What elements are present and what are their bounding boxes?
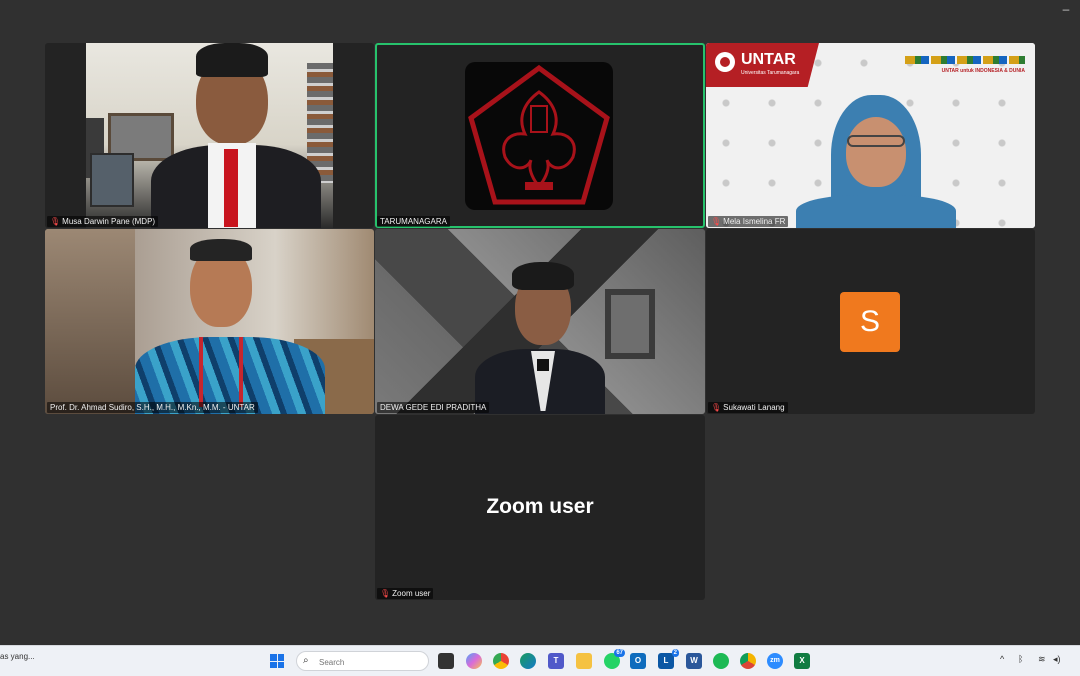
copilot-icon[interactable]	[466, 653, 482, 669]
video-frame	[86, 43, 333, 228]
untar-banner: UNTAR Universitas Tarumanagara	[706, 43, 819, 87]
mic-muted-icon: 🎙	[711, 403, 722, 412]
video-tile-musa[interactable]: 🎙 Musa Darwin Pane (MDP)	[45, 43, 374, 228]
weather-widget-text[interactable]: as yang...	[0, 652, 35, 661]
untar-tagline: UNTAR untuk INDONESIA & DUNIA	[941, 68, 1025, 74]
file-explorer-icon[interactable]	[576, 653, 592, 669]
lync-icon[interactable]: L 2	[658, 649, 679, 669]
teams-icon[interactable]: T	[548, 653, 564, 669]
notification-badge: 2	[671, 649, 679, 657]
participant-name-tag: 🎙 Mela Ismelina FR	[708, 216, 789, 227]
excel-icon[interactable]: X	[794, 653, 810, 669]
edge-icon[interactable]	[520, 653, 536, 669]
mic-muted-icon: 🎙	[380, 589, 391, 598]
search-icon: ⌕	[303, 655, 309, 666]
bluetooth-icon[interactable]: ᛒ	[1018, 654, 1023, 664]
zoom-icon[interactable]: zm	[767, 653, 783, 669]
participant-display-name: Zoom user	[486, 495, 594, 518]
untar-brand: UNTAR	[741, 51, 796, 68]
wifi-icon[interactable]: ≋	[1038, 654, 1046, 665]
avatar: S	[840, 292, 900, 352]
participant-video	[475, 259, 605, 414]
mic-muted-icon: 🎙	[711, 217, 722, 226]
task-view-icon[interactable]	[438, 653, 454, 669]
notification-badge: 67	[614, 649, 625, 657]
minimize-button[interactable]: –	[1060, 3, 1072, 15]
untar-subtitle: Universitas Tarumanagara	[741, 70, 800, 76]
participant-name-tag: 🎙 Musa Darwin Pane (MDP)	[47, 216, 159, 227]
video-tile-sukawati[interactable]: S 🎙 Sukawati Lanang	[706, 229, 1035, 414]
video-tile-zoom-user[interactable]: Zoom user 🎙 Zoom user	[375, 415, 705, 600]
spotify-icon[interactable]	[713, 653, 729, 669]
outlook-icon[interactable]: O	[630, 653, 646, 669]
room-background	[45, 229, 135, 414]
participant-name-tag: DEWA GEDE EDI PRADITHA	[377, 402, 490, 413]
tray-chevron-icon[interactable]: ^	[1000, 654, 1004, 664]
whatsapp-icon[interactable]: 67	[604, 649, 625, 669]
picture-frame	[90, 153, 134, 207]
participant-video	[796, 95, 956, 228]
chrome-icon[interactable]	[493, 653, 509, 669]
video-tile-ahmad[interactable]: Prof. Dr. Ahmad Sudiro, S.H., M.H., M.Kn…	[45, 229, 374, 414]
windows-start-icon[interactable]	[270, 654, 284, 668]
participant-name-tag: Prof. Dr. Ahmad Sudiro, S.H., M.H., M.Kn…	[47, 402, 258, 413]
participant-video	[151, 43, 321, 228]
taskbar-search[interactable]: ⌕	[296, 651, 429, 671]
participant-name-tag: 🎙 Sukawati Lanang	[708, 402, 788, 413]
tarumanagara-logo	[465, 62, 613, 210]
word-icon[interactable]: W	[686, 653, 702, 669]
mic-muted-icon: 🎙	[50, 217, 61, 226]
volume-icon[interactable]: ◂)	[1053, 654, 1061, 665]
video-tile-dewa[interactable]: DEWA GEDE EDI PRADITHA	[375, 229, 705, 414]
participant-name-tag: 🎙 Zoom user	[377, 588, 434, 599]
video-tile-mela[interactable]: UNTAR Universitas Tarumanagara UNTAR unt…	[706, 43, 1035, 228]
partner-logos	[905, 56, 1025, 64]
untar-logo-icon	[715, 52, 735, 72]
participant-video	[135, 237, 325, 414]
search-input[interactable]	[317, 654, 421, 670]
chrome-canary-icon[interactable]	[740, 653, 756, 669]
video-tile-tarumanagara[interactable]: TARUMANAGARA	[375, 43, 705, 228]
backdrop-panel	[605, 289, 655, 359]
windows-taskbar: as yang... ⌕ T 67 O L 2 W zm X ^ ᛒ ≋ ◂)	[0, 645, 1080, 676]
participant-name-tag: TARUMANAGARA	[377, 216, 450, 227]
